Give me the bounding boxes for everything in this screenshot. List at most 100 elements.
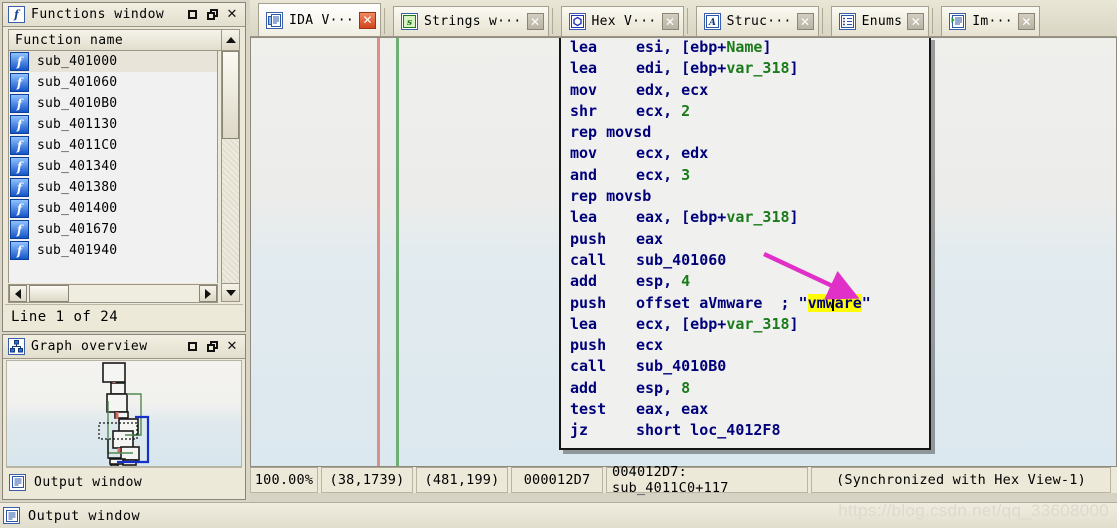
disassembly-line[interactable]: shr ecx, 2 (561, 102, 929, 123)
disassembly-line[interactable]: jz short loc_4012F8 (561, 421, 929, 442)
instruction-mnemonic: test (570, 400, 607, 419)
functions-scroll-down-button[interactable] (221, 283, 240, 302)
view-tab-bar[interactable]: IDA V··· ✕ s Strings w··· ✕ Hex V··· ✕ A Struc··… (250, 0, 1117, 37)
function-list-item-label: sub_401340 (37, 159, 118, 174)
tab-ida-view[interactable]: IDA V··· ✕ (258, 3, 382, 36)
function-entry-icon: f (10, 136, 29, 155)
disassembly-line[interactable]: push ecx (561, 336, 929, 357)
text-caret (831, 294, 834, 311)
ida-graph-view[interactable]: lea esi, [ebp+ Name] lea edi, [ebp+ var_318] m… (250, 37, 1117, 467)
disassembly-line[interactable]: push offset aVmware ; " vmware " (561, 293, 929, 315)
disassembly-line[interactable]: mov edx, ecx (561, 81, 929, 102)
function-list-item[interactable]: f sub_401380 (9, 177, 217, 198)
chevron-down-icon (225, 289, 236, 296)
function-list-item[interactable]: f sub_401670 (9, 219, 217, 240)
string-close-quote: " (861, 293, 871, 312)
functions-window-status: Line 1 of 24 (5, 304, 243, 329)
instruction-operands: ecx, edx (636, 144, 709, 163)
graph-restore-button[interactable] (203, 338, 221, 356)
tab-structures[interactable]: A Struc··· ✕ (695, 6, 819, 36)
tab-close-icon[interactable]: ✕ (661, 13, 679, 30)
function-list-item[interactable]: f sub_401340 (9, 156, 217, 177)
instruction-mnemonic: lea (570, 208, 598, 227)
tab-imports[interactable]: Im··· ✕ (941, 6, 1040, 36)
disassembly-line[interactable]: add esp, 4 (561, 272, 929, 293)
tab-close-icon[interactable]: ✕ (796, 13, 814, 30)
disassembly-line[interactable]: and ecx, 3 (561, 166, 929, 187)
graph-overview-canvas[interactable] (6, 360, 242, 467)
close-button[interactable]: ✕ (223, 6, 241, 24)
disassembly-line[interactable]: lea eax, [ebp+ var_318] (561, 208, 929, 229)
restore-icon (206, 341, 218, 352)
disassembly-line[interactable]: lea ecx, [ebp+ var_318] (561, 315, 929, 336)
stack-variable-name[interactable]: Name (726, 38, 762, 56)
function-list-item[interactable]: f sub_4011C0 (9, 135, 217, 156)
disassembly-line[interactable]: mov ecx, edx (561, 144, 929, 165)
functions-scroll-right-button[interactable] (199, 285, 217, 302)
disassembly-line[interactable]: rep movsb (561, 187, 929, 208)
instruction-mnemonic: push (570, 229, 607, 248)
tab-enums[interactable]: Enums ✕ (830, 6, 930, 36)
string-literal[interactable]: vmware (807, 293, 862, 312)
function-list-item[interactable]: f sub_401000 (9, 51, 217, 72)
disassembly-line[interactable]: add esp, 8 (561, 379, 929, 400)
functions-scroll-up-button[interactable] (221, 29, 240, 51)
function-list-item[interactable]: f sub_401130 (9, 114, 217, 135)
restore-icon (206, 9, 218, 20)
function-list-item[interactable]: f sub_401060 (9, 72, 217, 93)
svg-text:A: A (708, 18, 716, 28)
tab-label: Strings w··· (424, 14, 522, 29)
function-entry-icon: f (10, 241, 29, 260)
stack-variable-name[interactable]: var_318 (726, 208, 789, 226)
functions-vertical-scrollbar-thumb[interactable] (222, 51, 239, 139)
disassembly-line[interactable]: lea edi, [ebp+ var_318] (561, 59, 929, 80)
tab-close-icon[interactable]: ✕ (526, 13, 544, 30)
disassembly-line[interactable]: lea esi, [ebp+ Name] (561, 38, 929, 59)
functions-window: f Functions window ✕ Function name f sub_… (2, 2, 246, 332)
function-list-item-label: sub_401060 (37, 75, 118, 90)
functions-vertical-scrollbar[interactable] (221, 51, 240, 283)
tab-close-icon[interactable]: ✕ (359, 11, 377, 29)
disassembly-line[interactable]: call sub_401060 (561, 251, 929, 272)
output-window-title: Output window (28, 507, 141, 524)
function-icon: f (8, 6, 25, 23)
tab-close-icon[interactable]: ✕ (907, 13, 925, 30)
graph-close-button[interactable]: ✕ (223, 338, 241, 356)
instruction-immediate: 8 (681, 378, 691, 397)
comment-gap (762, 294, 780, 312)
function-list-item[interactable]: f sub_4010B0 (9, 93, 217, 114)
disassembly-line[interactable]: call sub_4010B0 (561, 357, 929, 378)
instruction-operand-tail: ] (762, 38, 772, 56)
stack-variable-name[interactable]: var_318 (726, 59, 789, 77)
function-entry-icon: f (10, 115, 29, 134)
stack-variable-name[interactable]: var_318 (726, 315, 789, 333)
functions-horizontal-scrollbar-thumb[interactable] (29, 285, 69, 302)
function-name-column-header[interactable]: Function name (8, 29, 240, 51)
disassembly-line[interactable]: test eax, eax (561, 400, 929, 421)
function-list-item-label: sub_401000 (37, 54, 118, 69)
minimize-button[interactable] (183, 6, 201, 24)
function-list-item[interactable]: f sub_401400 (9, 198, 217, 219)
graph-basic-block[interactable]: lea esi, [ebp+ Name] lea edi, [ebp+ var_318] m… (559, 38, 931, 450)
functions-list[interactable]: f sub_401000 f sub_401060 f sub_4010B0 f sub_40… (8, 51, 218, 283)
tab-strings[interactable]: s Strings w··· ✕ (393, 6, 549, 36)
instruction-mnemonic: mov (570, 80, 598, 99)
disassembly-line[interactable]: rep movsd (561, 123, 929, 144)
graph-edge-green (396, 38, 399, 466)
instruction-mnemonic: rep movsd (570, 123, 652, 142)
restore-button[interactable] (203, 6, 221, 24)
graph-overview-thumbnail (98, 362, 150, 466)
functions-horizontal-scrollbar[interactable] (8, 284, 218, 303)
tab-close-icon[interactable]: ✕ (1017, 13, 1035, 30)
function-list-item[interactable]: f sub_401940 (9, 240, 217, 261)
tab-label: Hex V··· (591, 14, 657, 29)
watermark: https://blog.csdn.net/qq_33608000 (838, 501, 1109, 520)
functions-window-title: Functions window (31, 7, 165, 22)
tab-hex-view[interactable]: Hex V··· ✕ (560, 6, 684, 36)
functions-scroll-left-button[interactable] (9, 285, 27, 302)
instruction-operand-tail: ] (789, 59, 799, 78)
chevron-right-icon (205, 288, 211, 299)
graph-minimize-button[interactable] (183, 338, 201, 356)
instruction-mnemonic: add (570, 378, 598, 397)
disassembly-line[interactable]: push eax (561, 230, 929, 251)
